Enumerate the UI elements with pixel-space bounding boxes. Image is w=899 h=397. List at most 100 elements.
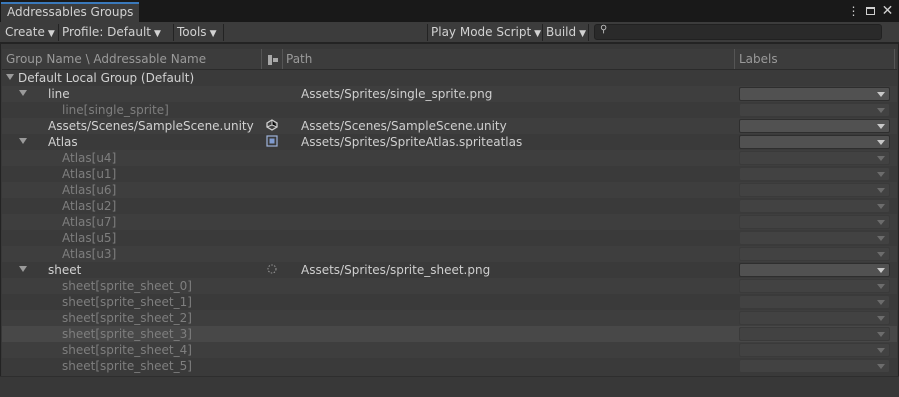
chevron-down-icon — [877, 284, 885, 289]
sub-entry-name: Atlas[u2] — [62, 199, 117, 213]
sub-entry-row[interactable]: sheet[sprite_sheet_0] — [2, 278, 897, 294]
chevron-down-icon — [877, 332, 885, 337]
sub-entry-name: Atlas[u6] — [62, 183, 117, 197]
labels-dropdown — [739, 311, 890, 325]
entry-row[interactable]: sheet Assets/Sprites/sprite_sheet.png — [2, 262, 897, 278]
labels-dropdown — [739, 199, 890, 213]
type-column-icon[interactable] — [267, 49, 279, 70]
profile-dropdown[interactable]: Profile: Default ▼ — [58, 23, 173, 41]
labels-dropdown[interactable] — [739, 135, 890, 149]
unity-scene-icon — [265, 119, 279, 133]
sub-entry-name: sheet[sprite_sheet_2] — [62, 311, 192, 325]
labels-dropdown[interactable] — [739, 263, 890, 277]
sub-entry-row[interactable]: sheet[sprite_sheet_3] — [2, 326, 897, 342]
sub-entry-row[interactable]: Atlas[u6] — [2, 182, 897, 198]
sub-entry-row[interactable]: Atlas[u7] — [2, 214, 897, 230]
labels-dropdown — [739, 247, 890, 261]
entry-row[interactable]: Atlas Assets/Sprites/SpriteAtlas.spritea… — [2, 134, 897, 150]
expand-arrow-icon[interactable] — [19, 90, 27, 96]
sub-entry-row[interactable]: sheet[sprite_sheet_4] — [2, 342, 897, 358]
column-header-path[interactable]: Path — [286, 49, 312, 70]
sub-entry-row[interactable]: Atlas[u5] — [2, 230, 897, 246]
sprite-icon — [265, 263, 279, 277]
toolbar-divider — [223, 24, 224, 41]
sub-entry-name: Atlas[u5] — [62, 231, 117, 245]
close-icon[interactable]: ✕ — [881, 4, 894, 18]
tree-view: Default Local Group (Default) line Asset… — [2, 70, 897, 376]
column-resize-handle[interactable] — [261, 49, 262, 69]
chevron-down-icon — [877, 124, 885, 129]
entry-row[interactable]: line Assets/Sprites/single_sprite.png — [2, 86, 897, 102]
sub-entry-row[interactable]: Atlas[u4] — [2, 150, 897, 166]
sub-entry-name: sheet[sprite_sheet_5] — [62, 359, 192, 373]
group-row[interactable]: Default Local Group (Default) — [2, 70, 897, 86]
expand-arrow-icon[interactable] — [6, 74, 14, 80]
chevron-down-icon: ▼ — [47, 29, 55, 39]
entry-path: Assets/Sprites/sprite_sheet.png — [301, 263, 491, 277]
sub-entry-name: Atlas[u1] — [62, 167, 117, 181]
chevron-down-icon — [877, 140, 885, 145]
sub-entry-row[interactable]: Atlas[u2] — [2, 198, 897, 214]
labels-dropdown — [739, 151, 890, 165]
labels-dropdown — [739, 103, 890, 117]
sub-entry-name: line[single_sprite] — [62, 103, 169, 117]
column-resize-handle[interactable] — [282, 49, 283, 69]
create-dropdown[interactable]: Create ▼ — [1, 23, 57, 41]
column-header-labels[interactable]: Labels — [739, 49, 778, 70]
group-name: Default Local Group (Default) — [18, 71, 195, 85]
chevron-down-icon — [877, 172, 885, 177]
sub-entry-name: sheet[sprite_sheet_0] — [62, 279, 192, 293]
labels-dropdown — [739, 295, 890, 309]
column-resize-handle[interactable] — [894, 49, 895, 69]
expand-arrow-icon[interactable] — [19, 138, 27, 144]
sub-entry-row[interactable]: sheet[sprite_sheet_5] — [2, 358, 897, 374]
labels-dropdown[interactable] — [739, 119, 890, 133]
chevron-down-icon — [877, 300, 885, 305]
kebab-menu-icon[interactable]: ⋮ — [847, 4, 860, 18]
toolbar-divider — [588, 24, 589, 41]
sub-entry-row[interactable]: sheet[sprite_sheet_2] — [2, 310, 897, 326]
maximize-icon[interactable] — [864, 4, 877, 18]
labels-dropdown — [739, 343, 890, 357]
sub-entry-row[interactable]: sheet[sprite_sheet_1] — [2, 294, 897, 310]
build-label: Build — [546, 25, 577, 39]
labels-dropdown — [739, 183, 890, 197]
chevron-down-icon: ▼ — [534, 29, 542, 39]
labels-dropdown — [739, 279, 890, 293]
labels-dropdown — [739, 167, 890, 181]
toolbar: Create ▼ Profile: Default ▼ Tools ▼ Play Mo… — [0, 22, 899, 43]
sub-entry-row[interactable]: Atlas[u3] — [2, 246, 897, 262]
chevron-down-icon — [877, 236, 885, 241]
search-input[interactable]: ⚲ — [594, 24, 882, 40]
tab-addressables-groups[interactable]: Addressables Groups — [1, 2, 139, 22]
search-icon: ⚲ — [600, 24, 608, 35]
chevron-down-icon — [877, 108, 885, 113]
entry-path: Assets/Scenes/SampleScene.unity — [301, 119, 507, 133]
entry-name: Atlas — [48, 135, 78, 149]
chevron-down-icon — [877, 220, 885, 225]
chevron-down-icon: ▼ — [209, 29, 217, 39]
sub-entry-name: sheet[sprite_sheet_1] — [62, 295, 192, 309]
column-resize-handle[interactable] — [734, 49, 735, 69]
sub-entry-name: Atlas[u4] — [62, 151, 117, 165]
column-header-name[interactable]: Group Name \ Addressable Name — [6, 49, 206, 70]
sprite-atlas-icon — [265, 135, 279, 149]
tools-dropdown[interactable]: Tools ▼ — [173, 23, 223, 41]
chevron-down-icon — [877, 348, 885, 353]
build-dropdown[interactable]: Build ▼ — [542, 23, 588, 41]
expand-arrow-icon[interactable] — [19, 266, 27, 272]
sub-entry-name: sheet[sprite_sheet_3] — [62, 327, 192, 341]
labels-dropdown[interactable] — [739, 87, 890, 101]
sub-entry-row[interactable]: line[single_sprite] — [2, 102, 897, 118]
empty-tree-area — [0, 376, 899, 397]
chevron-down-icon: ▼ — [154, 29, 161, 39]
sub-entry-row[interactable]: Atlas[u1] — [2, 166, 897, 182]
chevron-down-icon — [877, 156, 885, 161]
play-mode-script-dropdown[interactable]: Play Mode Script ▼ — [427, 23, 542, 41]
entry-name: sheet — [48, 263, 82, 277]
entry-path: Assets/Sprites/single_sprite.png — [301, 87, 493, 101]
entry-row[interactable]: Assets/Scenes/SampleScene.unity Assets/S… — [2, 118, 897, 134]
window-tab-bar: Addressables Groups ⋮ ✕ — [0, 0, 899, 22]
labels-dropdown — [739, 327, 890, 341]
chevron-down-icon — [877, 268, 885, 273]
